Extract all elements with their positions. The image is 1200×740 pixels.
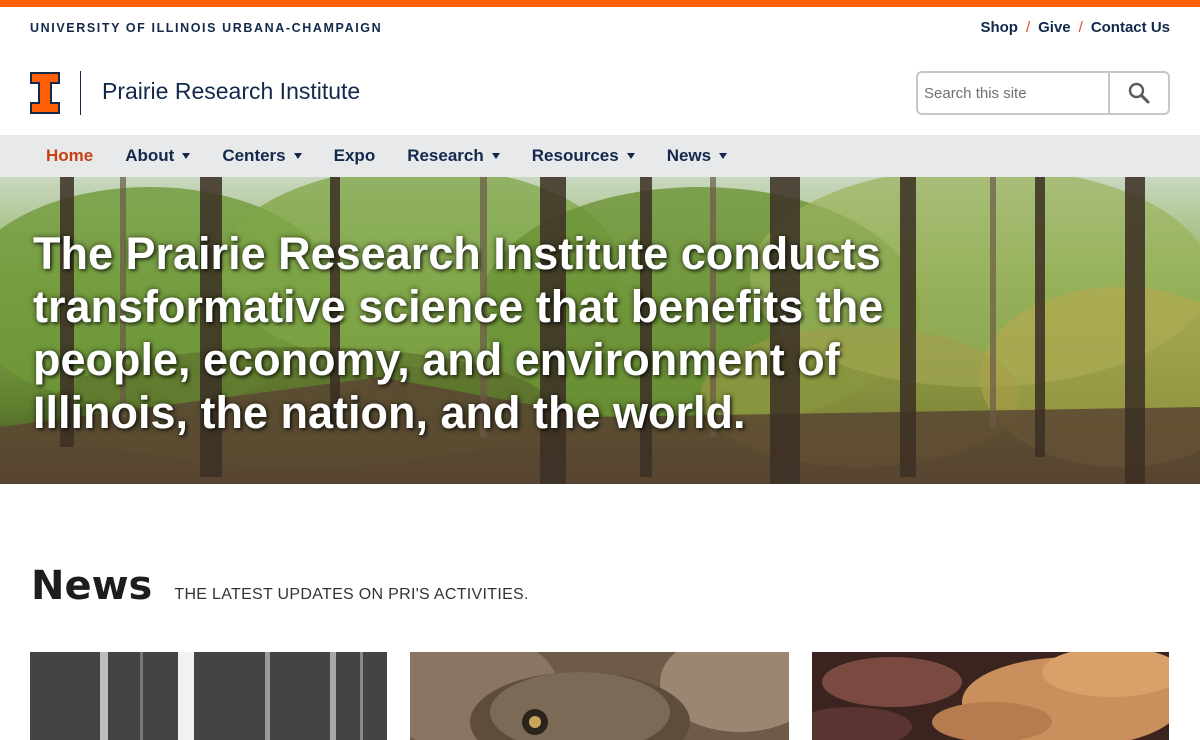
hero-banner: The Prairie Research Institute conducts … — [0, 177, 1200, 484]
caret-down-icon — [719, 153, 728, 159]
news-card-image[interactable] — [30, 652, 387, 740]
caret-down-icon — [182, 153, 191, 159]
search-button[interactable] — [1108, 73, 1168, 113]
brand-divider — [80, 71, 81, 115]
news-image-bw-trees — [30, 652, 387, 740]
nav-label: Expo — [333, 146, 376, 165]
top-accent-stripe — [0, 0, 1200, 7]
site-title[interactable]: Prairie Research Institute — [102, 78, 360, 105]
nav-item-centers[interactable]: Centers — [206, 135, 317, 177]
utility-link-contact[interactable]: Contact Us — [1091, 19, 1170, 36]
nav-label: Resources — [531, 146, 619, 165]
news-image-leaves — [812, 652, 1169, 740]
utility-separator: / — [1078, 19, 1083, 36]
search-icon — [1128, 82, 1150, 104]
illinois-block-i-logo[interactable] — [30, 72, 60, 114]
utility-link-shop[interactable]: Shop — [980, 19, 1018, 36]
news-title: News — [31, 563, 153, 609]
nav-item-research[interactable]: Research — [391, 135, 516, 177]
news-section-heading: News THE LATEST UPDATES ON PRI'S ACTIVIT… — [31, 563, 529, 609]
nav-label: Home — [46, 146, 94, 165]
nav-label: Research — [407, 146, 484, 165]
nav-item-resources[interactable]: Resources — [516, 135, 651, 177]
caret-down-icon — [491, 153, 500, 159]
news-card-image[interactable] — [812, 652, 1169, 740]
news-image-toad — [410, 652, 789, 740]
university-wordmark[interactable]: UNIVERSITY OF ILLINOIS URBANA-CHAMPAIGN — [30, 21, 382, 35]
news-card-image[interactable] — [410, 652, 789, 740]
utility-separator: / — [1025, 19, 1031, 36]
utility-links: Shop / Give / Contact Us — [980, 19, 1170, 36]
hero-mission-statement: The Prairie Research Institute conducts … — [33, 228, 884, 438]
utility-link-give[interactable]: Give — [1038, 19, 1071, 36]
news-subtitle: THE LATEST UPDATES ON PRI'S ACTIVITIES. — [174, 586, 529, 603]
nav-label: Centers — [222, 146, 286, 165]
nav-item-about[interactable]: About — [109, 135, 206, 177]
nav-item-home[interactable]: Home — [30, 135, 109, 177]
nav-item-news[interactable]: News — [651, 135, 743, 177]
search-box — [916, 71, 1170, 115]
caret-down-icon — [626, 153, 635, 159]
search-input[interactable] — [918, 73, 1108, 113]
main-nav: Home About Centers Expo Research Resourc… — [0, 135, 1200, 177]
nav-label: About — [125, 146, 175, 165]
nav-item-expo[interactable]: Expo — [318, 135, 392, 177]
caret-down-icon — [293, 153, 302, 159]
nav-label: News — [666, 146, 712, 165]
